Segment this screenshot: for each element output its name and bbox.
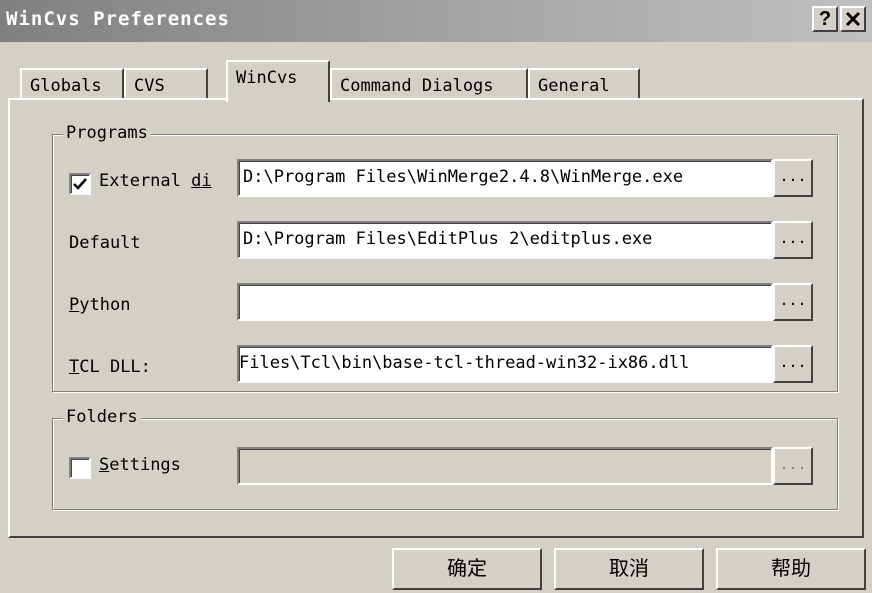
preferences-window: WinCvs Preferences ? Globals CVS WinCvs …: [0, 0, 872, 593]
default-editor-label: Default: [69, 233, 141, 253]
title-bar[interactable]: WinCvs Preferences ?: [0, 0, 872, 42]
tab-command-dialogs[interactable]: Command Dialogs: [330, 68, 528, 100]
external-diff-path-field[interactable]: D:\Program Files\WinMerge2.4.8\WinMerge.…: [237, 159, 773, 197]
tab-general[interactable]: General: [528, 68, 640, 100]
programs-group-label: Programs: [63, 123, 151, 143]
settings-path-field: [237, 447, 773, 485]
tcl-dll-browse-button[interactable]: ...: [773, 345, 813, 383]
tcl-dll-path-field[interactable]: Files\Tcl\bin\base-tcl-thread-win32-ix86…: [237, 345, 773, 383]
settings-label[interactable]: Settings: [99, 455, 181, 475]
python-path-field[interactable]: [237, 283, 773, 321]
external-diff-browse-button[interactable]: ...: [773, 159, 813, 197]
tcl-dll-label: TCL DLL:: [69, 357, 151, 377]
ok-button[interactable]: 确定: [392, 548, 542, 590]
settings-browse-button: ...: [773, 447, 813, 485]
external-diff-label[interactable]: External di: [99, 171, 212, 191]
cancel-button[interactable]: 取消: [554, 548, 704, 590]
settings-checkbox[interactable]: [69, 457, 91, 479]
programs-group: Programs External di D:\Program Files\Wi…: [52, 123, 838, 392]
default-editor-path-field[interactable]: D:\Program Files\EditPlus 2\editplus.exe: [237, 221, 773, 259]
python-browse-button[interactable]: ...: [773, 283, 813, 321]
close-icon: [845, 11, 861, 27]
tab-cvs[interactable]: CVS: [124, 68, 208, 100]
external-diff-checkbox[interactable]: [69, 173, 91, 195]
close-button[interactable]: [840, 6, 866, 32]
tab-wincvs[interactable]: WinCvs: [226, 60, 330, 102]
python-label: Python: [69, 295, 131, 315]
folders-group: Folders Settings ...: [52, 407, 838, 510]
default-editor-browse-button[interactable]: ...: [773, 221, 813, 259]
window-title: WinCvs Preferences: [6, 8, 230, 30]
folders-group-label: Folders: [63, 407, 141, 427]
help-title-button[interactable]: ?: [812, 6, 838, 32]
tab-panel: Programs External di D:\Program Files\Wi…: [8, 98, 864, 538]
help-button[interactable]: 帮助: [716, 548, 866, 590]
tab-globals[interactable]: Globals: [20, 68, 124, 100]
checkmark-icon: [73, 178, 87, 190]
